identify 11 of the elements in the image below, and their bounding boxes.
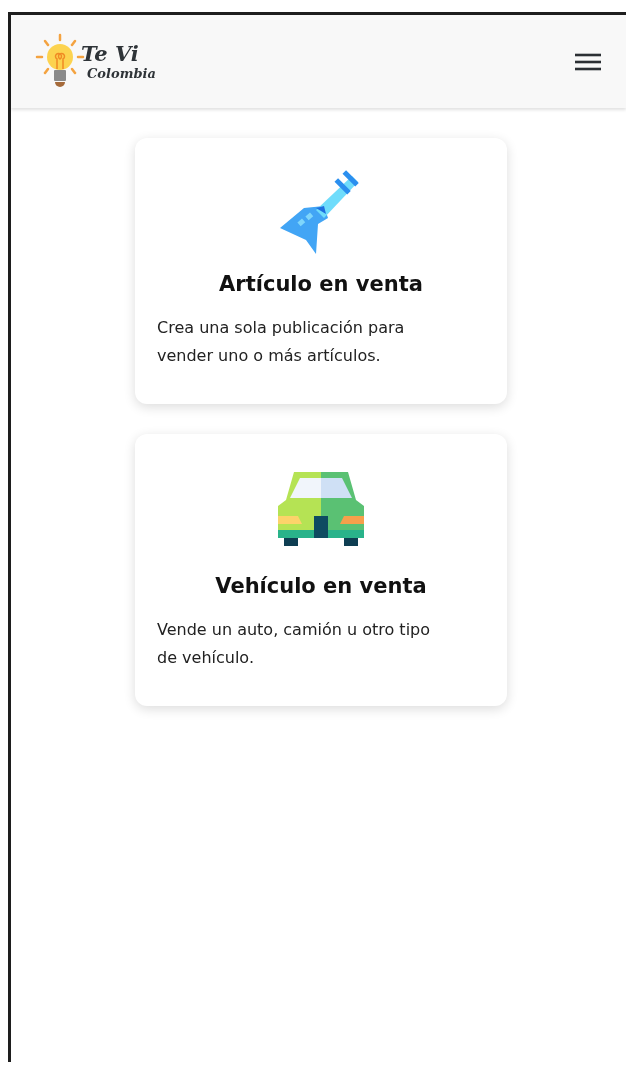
card-description: Crea una sola publicación para vender uno o más artículos.	[157, 317, 406, 367]
logo[interactable]: Te Vi Colombia	[35, 28, 156, 95]
card-description: Vende un auto, camión u otro tipo de vehículo.	[157, 619, 432, 669]
logo-subtitle: Colombia	[87, 65, 156, 82]
menu-icon	[574, 51, 602, 72]
option-card[interactable]: Artículo en venta Crea una sola publicación para vender uno o más artículos.	[135, 138, 507, 404]
car-icon	[276, 470, 366, 546]
logo-title: Te Vi	[81, 41, 140, 66]
card-title: Vehículo en venta	[215, 574, 427, 598]
card-title: Artículo en venta	[219, 272, 423, 296]
option-card[interactable]: Vehículo en venta Vende un auto, camión u otro tipo de vehículo.	[135, 434, 507, 706]
